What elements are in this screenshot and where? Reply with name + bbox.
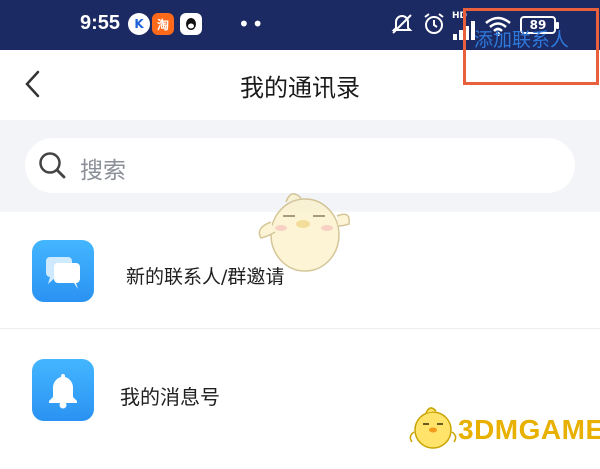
search-placeholder: 搜索 — [80, 158, 126, 184]
taobao-icon: 淘 — [152, 13, 174, 35]
list-item-my-message-account[interactable]: 我的消息号 — [0, 329, 600, 469]
status-time: 9:55 — [80, 12, 121, 34]
mascot-watermark-icon — [258, 193, 350, 272]
alarm-icon — [422, 13, 446, 40]
chat-bubble-icon — [32, 240, 94, 302]
watermark-mascot-icon — [409, 407, 457, 449]
k-app-icon: K — [128, 13, 150, 35]
watermark-text: 3DMGAME — [458, 414, 600, 445]
list-item-label: 我的消息号 — [120, 385, 220, 409]
add-contact-button[interactable]: 添加联系人 — [463, 8, 599, 85]
mute-icon — [390, 13, 414, 40]
qq-icon — [180, 13, 202, 35]
search-icon — [39, 152, 66, 179]
status-more-dots: •• — [238, 12, 266, 36]
bell-icon — [32, 359, 94, 421]
